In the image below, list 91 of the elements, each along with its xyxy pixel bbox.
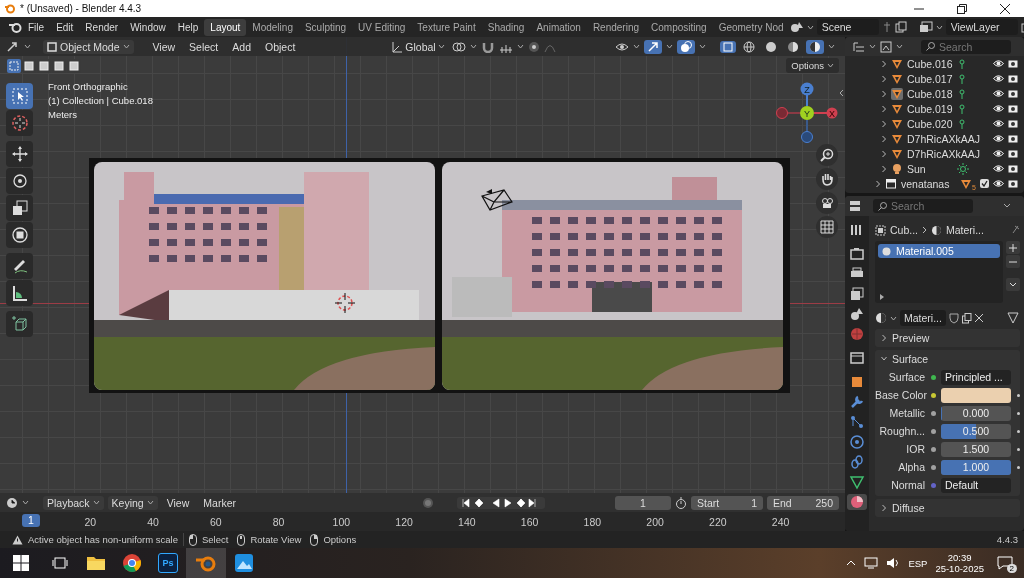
- workspace-tab[interactable]: Texture Paint: [411, 18, 482, 36]
- current-frame-marker[interactable]: 1: [22, 514, 40, 527]
- header-menu[interactable]: Add: [227, 40, 256, 53]
- value-slider[interactable]: 0.000: [941, 405, 1011, 421]
- value-slider[interactable]: 0.500: [941, 423, 1011, 439]
- mouse-hint: Select: [201, 534, 229, 545]
- menu-item[interactable]: File: [22, 21, 51, 33]
- menu-item[interactable]: Window: [124, 21, 172, 33]
- menu-item[interactable]: Help: [171, 21, 205, 33]
- workspace-tab[interactable]: Geometry Nod: [712, 18, 790, 36]
- number-field[interactable]: 1.500: [941, 441, 1011, 457]
- timeline-menu[interactable]: View: [161, 496, 195, 509]
- workspace-tab[interactable]: Layout: [204, 18, 247, 36]
- frame-number: 20: [83, 515, 98, 528]
- frame-number: 80: [271, 515, 286, 528]
- workspace-tab[interactable]: Modeling: [246, 18, 299, 36]
- clock[interactable]: 20:39 25-10-2025: [935, 552, 984, 574]
- field-label: Alpha: [897, 461, 925, 473]
- header-menu[interactable]: Object: [260, 40, 301, 53]
- search-field[interactable]: Search: [921, 39, 1011, 54]
- view-layer-field[interactable]: ViewLayer: [945, 19, 1018, 35]
- taskbar-app[interactable]: Ps: [150, 548, 186, 578]
- orientation-dropdown[interactable]: Global: [388, 39, 448, 54]
- socket-link-field[interactable]: Default: [941, 477, 1011, 493]
- x-axis-handle[interactable]: X: [813, 107, 838, 119]
- value-slider[interactable]: 1.000: [941, 459, 1011, 475]
- field-label: Roughn...: [878, 425, 925, 437]
- viewport-info-text: Meters: [48, 109, 79, 120]
- field-label: Normal: [890, 479, 925, 491]
- timeline-menu[interactable]: Playback: [43, 495, 104, 510]
- status-warning: Active object has non-uniform scale: [28, 534, 178, 545]
- input-language[interactable]: ESP: [908, 557, 928, 569]
- outliner-item[interactable]: D7hRicAXkAAJ: [907, 132, 980, 145]
- field-label: Metallic: [888, 407, 925, 419]
- current-frame-field[interactable]: 1: [615, 495, 671, 510]
- workspace-tab[interactable]: Animation: [530, 18, 587, 36]
- outliner-item[interactable]: venatanas: [901, 177, 957, 190]
- socket-link-field[interactable]: Principled ...: [941, 369, 1011, 385]
- menu-item[interactable]: Edit: [50, 21, 80, 33]
- breadcrumb-item: Materi...: [946, 224, 984, 236]
- window-title: * (Unsaved) - Blender 4.4.3: [20, 3, 143, 14]
- y-axis-handle[interactable]: Y: [800, 106, 814, 120]
- material-slot[interactable]: Material.005: [878, 244, 1000, 258]
- breadcrumb-item: Cub...: [890, 224, 918, 236]
- version-label: 4.4.3: [996, 534, 1018, 545]
- timeline-menu[interactable]: Marker: [198, 496, 241, 509]
- panel-header[interactable]: Surface: [892, 353, 929, 365]
- timeline-menu[interactable]: Keying: [107, 495, 158, 510]
- field-label: Surface: [887, 371, 925, 383]
- panel-header[interactable]: Diffuse: [892, 502, 925, 514]
- header-menu[interactable]: View: [147, 40, 181, 53]
- mouse-hint: Options: [323, 534, 357, 545]
- search-field[interactable]: Search: [873, 199, 973, 213]
- workspace-tab[interactable]: Sculpting: [298, 18, 353, 36]
- panel-header[interactable]: Preview: [892, 332, 930, 344]
- outliner-item[interactable]: Cube.018: [907, 87, 955, 100]
- viewport-info-text: (1) Collection | Cube.018: [48, 95, 153, 106]
- workspace-tab[interactable]: Compositing: [645, 18, 713, 36]
- outliner-item[interactable]: Cube.016: [907, 57, 955, 70]
- outliner-item[interactable]: D7hRicAXkAAJ: [907, 147, 980, 160]
- frame-number: 100: [331, 515, 352, 528]
- frame-number: 240: [770, 515, 791, 528]
- frame-number: 60: [209, 515, 223, 528]
- menu-item[interactable]: Render: [79, 21, 125, 33]
- frame-number: 180: [582, 515, 603, 528]
- mouse-hint: Rotate View: [250, 534, 302, 545]
- mode-dropdown[interactable]: Object Mode: [43, 39, 134, 54]
- workspace-tab[interactable]: Shading: [481, 18, 531, 36]
- workspace-tab[interactable]: UV Editing: [352, 18, 412, 36]
- workspace-tab[interactable]: Rendering: [586, 18, 646, 36]
- outliner-item[interactable]: Sun: [907, 162, 953, 175]
- notification-button[interactable]: 2: [992, 551, 1018, 575]
- end-frame-field[interactable]: End 250: [767, 495, 839, 510]
- app-logo: Ps: [158, 553, 178, 573]
- start-frame-field[interactable]: Start 1: [691, 495, 763, 510]
- field-label: IOR: [905, 443, 925, 455]
- outliner-item[interactable]: Cube.017: [907, 72, 955, 85]
- frame-number: 220: [708, 515, 728, 528]
- header-menu[interactable]: Select: [184, 40, 224, 53]
- viewport-info-text: Front Orthographic: [48, 81, 129, 92]
- frame-number: 200: [645, 515, 665, 528]
- field-label: Base Color: [875, 389, 925, 401]
- options-dropdown[interactable]: Options: [786, 58, 839, 73]
- outliner-item[interactable]: Cube.020: [907, 117, 955, 130]
- scene-field[interactable]: Scene: [816, 19, 879, 35]
- material-name-field[interactable]: Materi...: [900, 310, 946, 326]
- frame-number: 160: [519, 515, 540, 528]
- frame-number: 140: [457, 515, 477, 528]
- frame-number: 40: [146, 515, 160, 528]
- frame-number: 120: [394, 515, 414, 528]
- outliner-item[interactable]: Cube.019: [907, 102, 955, 115]
